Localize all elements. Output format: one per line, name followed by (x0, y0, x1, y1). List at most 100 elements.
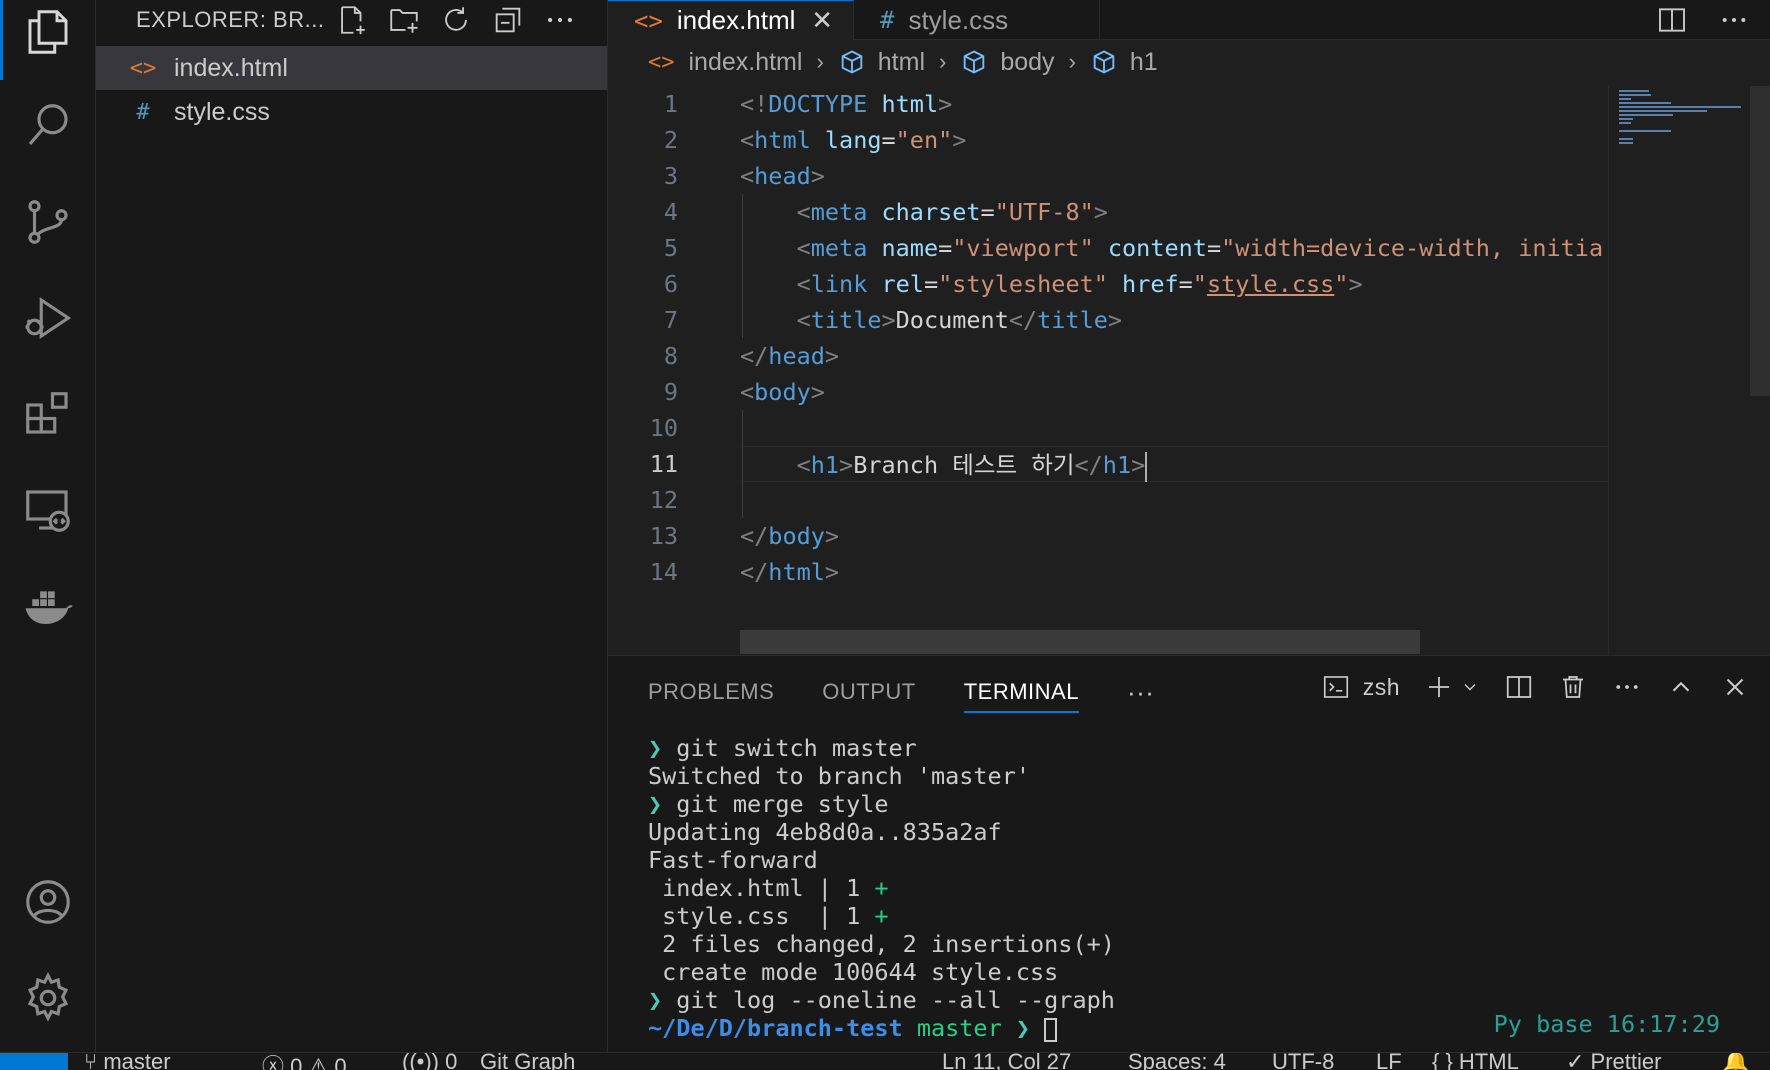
split-terminal-icon[interactable] (1504, 672, 1534, 702)
extensions-icon[interactable] (0, 366, 96, 462)
close-icon[interactable]: ✕ (811, 5, 833, 36)
chevron-right-icon: › (816, 49, 824, 74)
code-line[interactable]: 2 <html lang="en"> (608, 122, 1608, 158)
prettier-status[interactable]: ✓ Prettier (1566, 1053, 1661, 1070)
code-line[interactable]: 9 <body> (608, 374, 1608, 410)
new-file-icon[interactable] (335, 3, 369, 37)
terminal-line: style.css | 1 + (648, 902, 889, 930)
remote-indicator[interactable] (0, 1053, 68, 1070)
warning-count: 0 (334, 1054, 347, 1070)
code-line[interactable]: 4 <meta charset="UTF-8"> (608, 194, 1608, 230)
more-actions-icon[interactable] (543, 3, 577, 37)
docker-icon[interactable] (0, 558, 96, 654)
minimap-line (1619, 122, 1631, 124)
trash-icon[interactable] (1558, 672, 1588, 702)
explorer-icon[interactable] (0, 0, 96, 80)
tab-style-css[interactable]: # style.css (854, 0, 1100, 40)
tab-problems[interactable]: PROBLEMS (648, 679, 774, 705)
minimap-line (1619, 118, 1633, 120)
minimap-line (1619, 142, 1633, 144)
code-line[interactable]: 11 <h1>Branch 테스트 하기</h1> (608, 446, 1608, 482)
branch-status[interactable]: ⑂ master (84, 1053, 171, 1070)
terminal-icon (1323, 676, 1348, 698)
file-item-style-css[interactable]: # style.css (96, 90, 607, 134)
minimap-line (1619, 90, 1649, 92)
encoding[interactable]: UTF-8 (1272, 1053, 1334, 1070)
code-line[interactable]: 13 </body> (608, 518, 1608, 554)
more-actions-icon[interactable] (1612, 672, 1642, 702)
breadcrumb-item[interactable]: body (1000, 48, 1054, 77)
line-number: 13 (649, 522, 678, 550)
problems-status[interactable]: ⓧ 0 ⚠ 0 (262, 1053, 347, 1070)
chevron-down-icon[interactable] (1460, 677, 1480, 697)
text-caret (1145, 451, 1148, 482)
tab-label: index.html (676, 5, 796, 35)
code-line[interactable]: 5 <meta name="viewport" content="width=d… (608, 230, 1608, 266)
cursor-position[interactable]: Ln 11, Col 27 (942, 1053, 1071, 1070)
refresh-icon[interactable] (439, 3, 473, 37)
git-graph-button[interactable]: Git Graph (480, 1053, 575, 1070)
new-folder-icon[interactable] (387, 3, 421, 37)
code-line[interactable]: 3 <head> (608, 158, 1608, 194)
editor-group: <> index.html ✕ # style.css <> index.htm… (608, 0, 1770, 655)
tab-terminal[interactable]: TERMINAL (963, 679, 1079, 713)
indentation[interactable]: Spaces: 4 (1128, 1053, 1226, 1070)
add-terminal-icon[interactable] (1424, 672, 1454, 702)
code-line[interactable]: 7 <title>Document</title> (608, 302, 1608, 338)
more-actions-icon[interactable] (1718, 4, 1750, 36)
file-item-index-html[interactable]: <> index.html (96, 46, 607, 90)
minimap[interactable] (1608, 86, 1770, 655)
close-panel-icon[interactable] (1720, 672, 1750, 702)
breadcrumb-item[interactable]: h1 (1130, 48, 1158, 77)
remote-explorer-icon[interactable] (0, 462, 96, 558)
code-text: <!DOCTYPE html> (740, 90, 953, 118)
code-line[interactable]: 1 <!DOCTYPE html> (608, 86, 1608, 122)
maximize-panel-icon[interactable] (1666, 672, 1696, 702)
line-number: 2 (663, 126, 678, 154)
code-line[interactable]: 8 </head> (608, 338, 1608, 374)
code-text: <meta name="viewport" content="width=dev… (796, 234, 1604, 262)
code-line[interactable]: 10 (608, 410, 1608, 446)
tab-label: style.css (908, 4, 1009, 35)
code-line[interactable]: 14 </html> (608, 554, 1608, 590)
code-line[interactable]: 6 <link rel="stylesheet" href="style.css… (608, 266, 1608, 302)
minimap-line (1619, 98, 1631, 100)
end-of-line[interactable]: LF (1376, 1053, 1402, 1070)
html-file-icon: <> (634, 6, 663, 35)
breadcrumb-item[interactable]: html (878, 48, 925, 77)
split-editor-icon[interactable] (1656, 4, 1688, 36)
minimap-line (1619, 114, 1673, 116)
breadcrumb-file[interactable]: index.html (689, 48, 803, 77)
breadcrumb: <> index.html › html › body › h1 (608, 40, 1770, 84)
run-debug-icon[interactable] (0, 270, 96, 366)
minimap-line (1619, 138, 1633, 140)
code-text: <meta charset="UTF-8"> (796, 198, 1108, 226)
code-editor[interactable]: 1 <!DOCTYPE html> 2 <html lang="en"> 3 <head>… (608, 86, 1608, 606)
activity-bar (0, 0, 96, 1052)
code-text: <body> (740, 378, 825, 406)
code-line[interactable]: 12 (608, 482, 1608, 518)
settings-gear-icon[interactable] (0, 950, 96, 1046)
code-text: <h1>Branch 테스트 하기</h1> (740, 446, 1148, 482)
code-text: </head> (740, 342, 840, 370)
more-tabs-icon[interactable]: ··· (1127, 677, 1154, 708)
collapse-all-icon[interactable] (491, 3, 525, 37)
terminal-output[interactable]: ❯ git switch master Switched to branch 'm… (648, 734, 1748, 1042)
ports-status[interactable]: ((•)) 0 (402, 1053, 457, 1070)
tab-index-html[interactable]: <> index.html ✕ (608, 0, 854, 40)
search-icon[interactable] (0, 78, 96, 174)
symbol-element-icon (1093, 50, 1115, 74)
explorer-header: EXPLORER: BR... (96, 0, 607, 40)
minimap-line (1619, 106, 1741, 108)
line-number: 4 (663, 198, 678, 226)
account-icon[interactable] (0, 854, 96, 950)
source-control-icon[interactable] (0, 174, 96, 270)
language-mode[interactable]: { } HTML (1432, 1053, 1519, 1070)
vertical-scrollbar[interactable] (1750, 86, 1770, 396)
horizontal-scrollbar[interactable] (740, 630, 1420, 654)
shell-label[interactable]: zsh (1363, 674, 1400, 701)
notifications-bell-icon[interactable]: 🔔 (1722, 1053, 1749, 1070)
tab-output[interactable]: OUTPUT (822, 679, 915, 705)
code-text: <head> (740, 162, 825, 190)
code-text: <link rel="stylesheet" href="style.css"> (796, 270, 1363, 298)
